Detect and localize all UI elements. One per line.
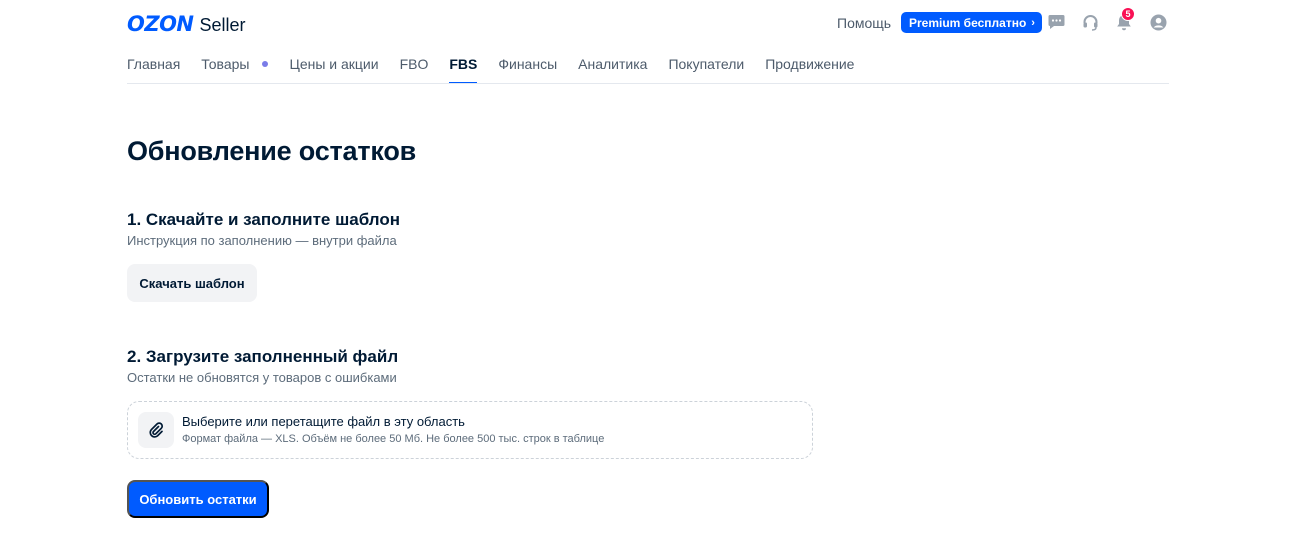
step2-title: 2. Загрузите заполненный файл [127,347,399,366]
attach-button[interactable] [138,412,174,448]
ozon-seller-logo[interactable]: OZON Seller [127,12,246,36]
nav-item-analytics[interactable]: Аналитика [578,56,647,84]
notifications-badge: 5 [1121,7,1135,21]
nav-item-home[interactable]: Главная [127,56,180,84]
nav-item-promotion[interactable]: Продвижение [765,56,854,84]
logo-suffix: Seller [199,15,246,35]
dropzone-title: Выберите или перетащите файл в эту облас… [182,414,465,429]
nav-item-fbo[interactable]: FBO [400,56,429,84]
top-header: OZON Seller Помощь Premium бесплатно › 5 [0,0,1300,44]
nav-divider [127,83,1169,84]
file-dropzone[interactable]: Выберите или перетащите файл в эту облас… [127,401,813,459]
nav-item-products-label: Товары [201,56,250,72]
step2-subtitle: Остатки не обновятся у товаров с ошибкам… [127,370,397,385]
nav-item-customers[interactable]: Покупатели [668,56,744,84]
nav-item-finance[interactable]: Финансы [498,56,557,84]
update-stocks-button[interactable]: Обновить остатки [127,480,269,518]
page-title: Обновление остатков [127,136,417,166]
download-template-button[interactable]: Скачать шаблон [127,264,257,302]
main-navigation: Главная Товары Цены и акции FBO FBS Фина… [127,56,875,84]
step1-title: 1. Скачайте и заполните шаблон [127,210,401,229]
premium-label: Premium бесплатно [909,15,1027,30]
nav-item-prices[interactable]: Цены и акции [289,56,378,84]
chat-icon[interactable] [1047,13,1065,31]
logo-brand: OZON [127,12,194,36]
support-headset-icon[interactable] [1081,13,1099,31]
nav-item-fbs[interactable]: FBS [449,56,478,84]
help-link[interactable]: Помощь [837,15,891,31]
paperclip-icon [149,422,164,438]
nav-item-products[interactable]: Товары [201,56,269,84]
chevron-right-icon: › [1031,16,1035,29]
profile-icon[interactable] [1149,13,1167,31]
dropzone-hint: Формат файла — XLS. Объём не более 50 Мб… [182,433,605,445]
step1-subtitle: Инструкция по заполнению — внутри файла [127,233,397,248]
new-indicator-dot [262,61,269,67]
premium-free-button[interactable]: Premium бесплатно › [901,12,1042,33]
